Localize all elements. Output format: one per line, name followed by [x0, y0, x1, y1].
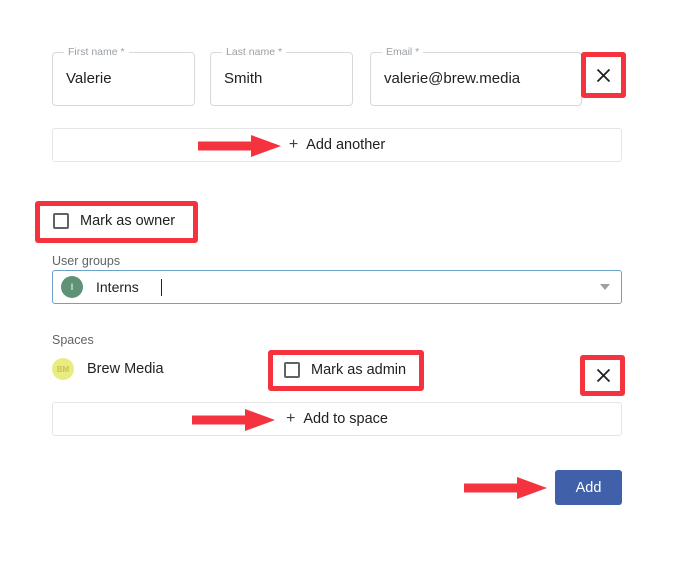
checkbox-box[interactable] [53, 213, 69, 229]
add-to-space-label: Add to space [303, 411, 388, 427]
last-name-field[interactable]: Last name * Smith [210, 46, 353, 106]
plus-icon: + [288, 136, 299, 153]
space-avatar: BM [52, 358, 74, 380]
close-icon [596, 368, 610, 382]
user-group-chip[interactable]: I Interns [61, 276, 139, 298]
spaces-caption: Spaces [52, 333, 94, 347]
close-icon [596, 68, 610, 82]
remove-space-button[interactable] [586, 358, 620, 392]
user-groups-select[interactable]: I Interns [52, 270, 622, 304]
first-name-field[interactable]: First name * Valerie [52, 46, 195, 106]
first-name-label: First name * [64, 46, 129, 58]
add-another-button[interactable]: + Add another [52, 128, 622, 162]
annotation-arrow-add-button [464, 477, 547, 499]
last-name-value: Smith [224, 70, 263, 87]
text-cursor [160, 278, 162, 296]
plus-icon: + [286, 410, 296, 427]
mark-as-admin-label: Mark as admin [311, 362, 407, 378]
last-name-label: Last name * [222, 46, 287, 58]
mark-as-owner-label: Mark as owner [80, 213, 176, 229]
mark-as-owner-checkbox[interactable]: Mark as owner [53, 213, 175, 229]
mark-as-admin-checkbox[interactable]: Mark as admin [284, 362, 406, 378]
add-button[interactable]: Add [555, 470, 622, 505]
user-group-name: Interns [96, 279, 139, 295]
email-field[interactable]: Email * valerie@brew.media [370, 46, 582, 106]
add-to-space-button[interactable]: + Add to space [52, 402, 622, 436]
email-label: Email * [382, 46, 424, 58]
user-groups-caption: User groups [52, 254, 121, 268]
checkbox-box[interactable] [284, 362, 300, 378]
space-name: Brew Media [87, 361, 164, 377]
email-value: valerie@brew.media [384, 70, 521, 87]
add-another-label: Add another [306, 137, 386, 153]
chevron-down-icon[interactable] [600, 284, 610, 290]
space-list-item: BM Brew Media [52, 358, 164, 380]
first-name-value: Valerie [66, 70, 112, 87]
remove-person-button[interactable] [586, 58, 620, 92]
user-group-avatar: I [61, 276, 83, 298]
